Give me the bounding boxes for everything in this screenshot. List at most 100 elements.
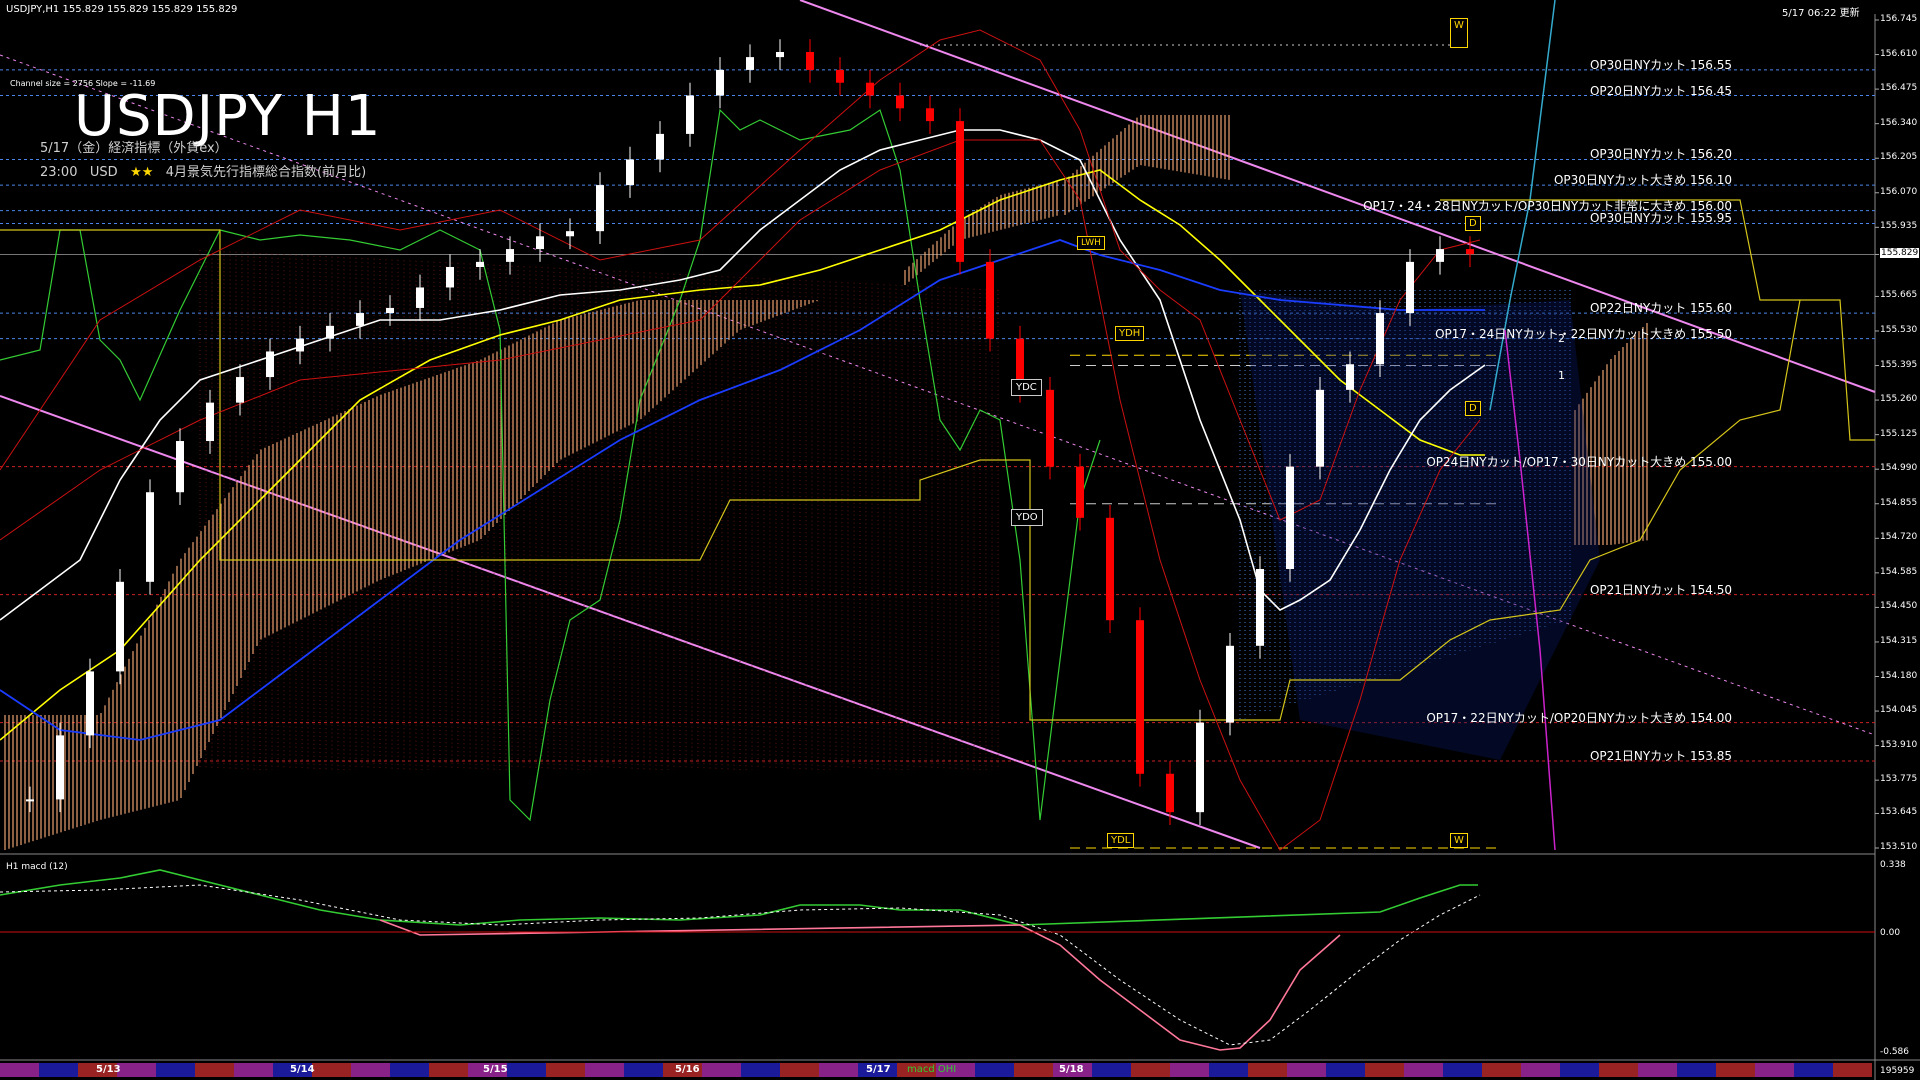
candle-body-9: [296, 338, 304, 352]
time-segment-42: [1638, 1063, 1677, 1077]
candle-body-37: [1136, 620, 1144, 774]
time-segment-18: [702, 1063, 741, 1077]
candle-body-40: [1226, 645, 1234, 723]
macd-signal-line: [0, 884, 1481, 1046]
macd-line-neg: [379, 919, 1341, 1051]
candle-body-23: [716, 69, 724, 96]
time-segment-15: [585, 1063, 624, 1077]
time-segment-1: [39, 1063, 78, 1077]
event-line1: 5/17（金）経済指標（外貨ex）: [40, 141, 228, 156]
cloud-bull-1: [4, 300, 818, 850]
candle-body-12: [386, 307, 394, 314]
price-tick-20: 154.045: [1880, 705, 1918, 716]
candle-body-47: [1436, 249, 1444, 262]
time-segment-6: [234, 1063, 273, 1077]
price-tick-15: 154.720: [1880, 532, 1918, 543]
candle-body-29: [896, 95, 904, 109]
candle-body-30: [926, 108, 934, 122]
macd-label-zero: 0.00: [1880, 928, 1901, 938]
candle-body-11: [356, 313, 364, 326]
ydc-marker: YDC: [1011, 379, 1042, 396]
time-segment-28: [1092, 1063, 1131, 1077]
w-top-marker: W: [1450, 18, 1468, 48]
date-label-2: 5/15: [483, 1064, 508, 1075]
time-segment-47: [1833, 1063, 1872, 1077]
level-label-5: OP30日NYカット 155.95: [1589, 211, 1732, 226]
ydl-marker: YDL: [1107, 833, 1135, 848]
date-label-5: 5/18: [1059, 1064, 1084, 1075]
level-label-1: OP20日NYカット 156.45: [1589, 83, 1732, 98]
time-segment-33: [1287, 1063, 1326, 1077]
time-segment-0: [0, 1063, 39, 1077]
cloud-bull-3: [1064, 115, 1230, 215]
level-label-6: OP22日NYカット 155.60: [1589, 301, 1732, 316]
price-tick-13: 154.990: [1880, 463, 1918, 474]
candle-body-8: [266, 351, 274, 378]
candle-body-7: [236, 377, 244, 403]
time-segment-43: [1677, 1063, 1716, 1077]
candle-body-22: [686, 95, 694, 134]
time-segment-32: [1248, 1063, 1287, 1077]
candle-body-15: [476, 261, 484, 267]
price-tick-5: 156.070: [1880, 186, 1918, 197]
price-tick-17: 154.450: [1880, 601, 1918, 612]
candle-body-16: [506, 249, 514, 262]
time-segment-41: [1599, 1063, 1638, 1077]
wave-label-1: 1: [1558, 369, 1565, 382]
time-segment-10: [390, 1063, 429, 1077]
time-segment-40: [1560, 1063, 1599, 1077]
macd-label-bottom: -0.586: [1880, 1047, 1910, 1057]
candle-body-45: [1376, 313, 1384, 365]
time-segment-4: [156, 1063, 195, 1077]
price-tick-16: 154.585: [1880, 566, 1918, 577]
candle-body-24: [746, 57, 754, 70]
price-tick-22: 153.775: [1880, 774, 1918, 785]
candle-body-44: [1346, 364, 1354, 390]
symbol-info: USDJPY,H1 155.829 155.829 155.829 155.82…: [6, 4, 238, 15]
time-segment-35: [1365, 1063, 1404, 1077]
macd-ohi-label: macd OHI: [907, 1064, 957, 1075]
candle-body-10: [326, 325, 334, 339]
time-segment-34: [1326, 1063, 1365, 1077]
time-segment-3: [117, 1063, 156, 1077]
candle-body-5: [176, 441, 184, 493]
candle-body-46: [1406, 261, 1414, 314]
candle-body-20: [626, 159, 634, 186]
level-label-0: OP30日NYカット 156.55: [1589, 57, 1732, 72]
price-tick-19: 154.180: [1880, 670, 1918, 681]
event-time: 23:00: [40, 165, 78, 180]
candle-body-13: [416, 287, 424, 308]
event-line2: 23:00 USD ★★ 4月景気先行指標総合指数(前月比): [40, 161, 366, 180]
time-segment-37: [1443, 1063, 1482, 1077]
time-segment-19: [741, 1063, 780, 1077]
chart-root: USDJPY,H1 155.829 155.829 155.829 155.82…: [0, 0, 1920, 1080]
candle-body-18: [566, 231, 574, 237]
macd-label-top: 0.338: [1880, 860, 1906, 870]
time-segment-30: [1170, 1063, 1209, 1077]
price-tick-14: 154.855: [1880, 497, 1918, 508]
candle-body-14: [446, 266, 454, 288]
cloud-bull-2: [904, 180, 1058, 285]
price-tick-1: 156.610: [1880, 48, 1918, 59]
candle-body-36: [1106, 517, 1114, 621]
time-segment-36: [1404, 1063, 1443, 1077]
event-stars: ★★: [130, 165, 154, 180]
candle-body-17: [536, 236, 544, 250]
ydo-marker: YDO: [1011, 509, 1043, 526]
event-currency: USD: [89, 165, 118, 180]
candle-body-32: [986, 261, 994, 339]
candle-body-0: [26, 799, 34, 802]
ma-yellow: [0, 169, 1485, 741]
time-segment-20: [780, 1063, 819, 1077]
event-text: 4月景気先行指標総合指数(前月比): [165, 165, 367, 180]
price-tick-21: 153.910: [1880, 739, 1918, 750]
candle-body-21: [656, 133, 664, 160]
update-time: 5/17 06:22 更新: [1782, 8, 1860, 19]
candle-body-19: [596, 185, 604, 232]
level-label-11: OP21日NYカット 153.85: [1589, 748, 1732, 763]
candle-body-31: [956, 121, 964, 262]
price-tick-10: 155.395: [1880, 359, 1918, 370]
candle-body-39: [1196, 722, 1204, 813]
level-label-2: OP30日NYカット 156.20: [1589, 147, 1732, 162]
candle-body-48: [1466, 249, 1474, 255]
